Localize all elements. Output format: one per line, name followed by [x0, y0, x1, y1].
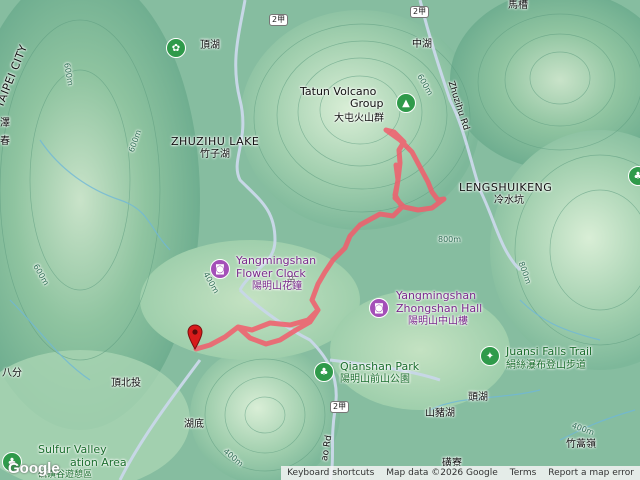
poi-zhongshan-hall-en-1[interactable]: Yangmingshan [396, 290, 476, 302]
road-badge-2jia-south: 2甲 [330, 401, 350, 413]
terrain-relief [0, 0, 640, 480]
camera-icon-flower-clock[interactable]: ◙ [210, 259, 230, 279]
poi-zhongshan-hall-en-2[interactable]: Zhongshan Hall [396, 303, 482, 315]
label-tatun-volcano-en-2: Group [350, 97, 384, 110]
map-data-text: Map data ©2026 Google [386, 468, 498, 478]
mountain-icon[interactable]: ▲ [396, 93, 416, 113]
poi-sulfur-valley-en-1[interactable]: Sulfur Valley [38, 444, 107, 456]
report-map-error-link[interactable]: Report a map error [548, 466, 634, 480]
label-shanzhuhu: 山豬湖 [425, 408, 455, 419]
google-logo: Google [8, 460, 60, 477]
label-dingbeitou: 頂北投 [111, 378, 141, 389]
poi-sulfur-valley-en-2[interactable]: ation Area [70, 457, 127, 469]
label-zhuzihu-lake-zh: 竹子湖 [200, 149, 230, 160]
poi-flower-clock-en-1[interactable]: Yangmingshan [236, 255, 316, 267]
poi-juansi-falls-en[interactable]: Juansi Falls Trail [506, 346, 592, 358]
camera-icon-zhongshan-hall[interactable]: ◙ [369, 298, 389, 318]
hiking-icon-juansi-falls[interactable]: ✦ [480, 346, 500, 366]
attribution-bar: Keyboard shortcuts Map data ©2026 Google… [281, 466, 640, 480]
label-zhuaoling: 竹蒿嶺 [566, 439, 596, 450]
road-badge-2jia-ne: 2甲 [410, 6, 430, 18]
label-hudi: 湖底 [184, 419, 204, 430]
label-bafen: 八分 [2, 368, 22, 379]
label-left-ze: 澤 [0, 118, 10, 129]
label-dinghu: 頂湖 [200, 40, 220, 51]
label-lengshuikeng-en: LENGSHUIKENG [459, 181, 553, 194]
poi-juansi-falls-zh[interactable]: 絹絲瀑布登山步道 [506, 360, 586, 372]
start-marker-pin[interactable] [187, 324, 203, 350]
label-left-chun: 春 [0, 136, 10, 147]
poi-flower-clock-zh[interactable]: 陽明山花鐘 [252, 281, 302, 293]
tree-icon-qianshan-park[interactable]: ♣ [314, 362, 334, 382]
label-zhuzihu-lake-en: ZHUZIHU LAKE [171, 135, 260, 148]
label-toubu: 頭湖 [468, 392, 488, 403]
poi-qianshan-park-en[interactable]: Qianshan Park [340, 361, 419, 373]
label-tatun-volcano-en-1: Tatun Volcano [300, 85, 377, 98]
flower-icon[interactable]: ✿ [166, 38, 186, 58]
road-badge-2jia-north: 2甲 [269, 14, 289, 26]
poi-zhongshan-hall-zh[interactable]: 陽明山中山樓 [408, 316, 468, 328]
keyboard-shortcuts-link[interactable]: Keyboard shortcuts [287, 466, 374, 480]
label-tatun-volcano-zh: 大屯火山群 [334, 113, 384, 124]
map-canvas[interactable]: TAIPEI CITY 頂湖 ZHUZIHU LAKE 竹子湖 Tatun Vo… [0, 0, 640, 480]
label-mazao: 馬槽 [508, 0, 528, 11]
label-lengshuikeng-zh: 冷水坑 [494, 195, 524, 206]
poi-qianshan-park-zh[interactable]: 陽明山前山公園 [340, 374, 410, 386]
terms-link[interactable]: Terms [510, 466, 537, 480]
poi-flower-clock-en-2[interactable]: Flower Clock [236, 268, 306, 280]
label-zhonghu: 中湖 [412, 39, 432, 50]
contour-label: 800m [438, 235, 462, 244]
